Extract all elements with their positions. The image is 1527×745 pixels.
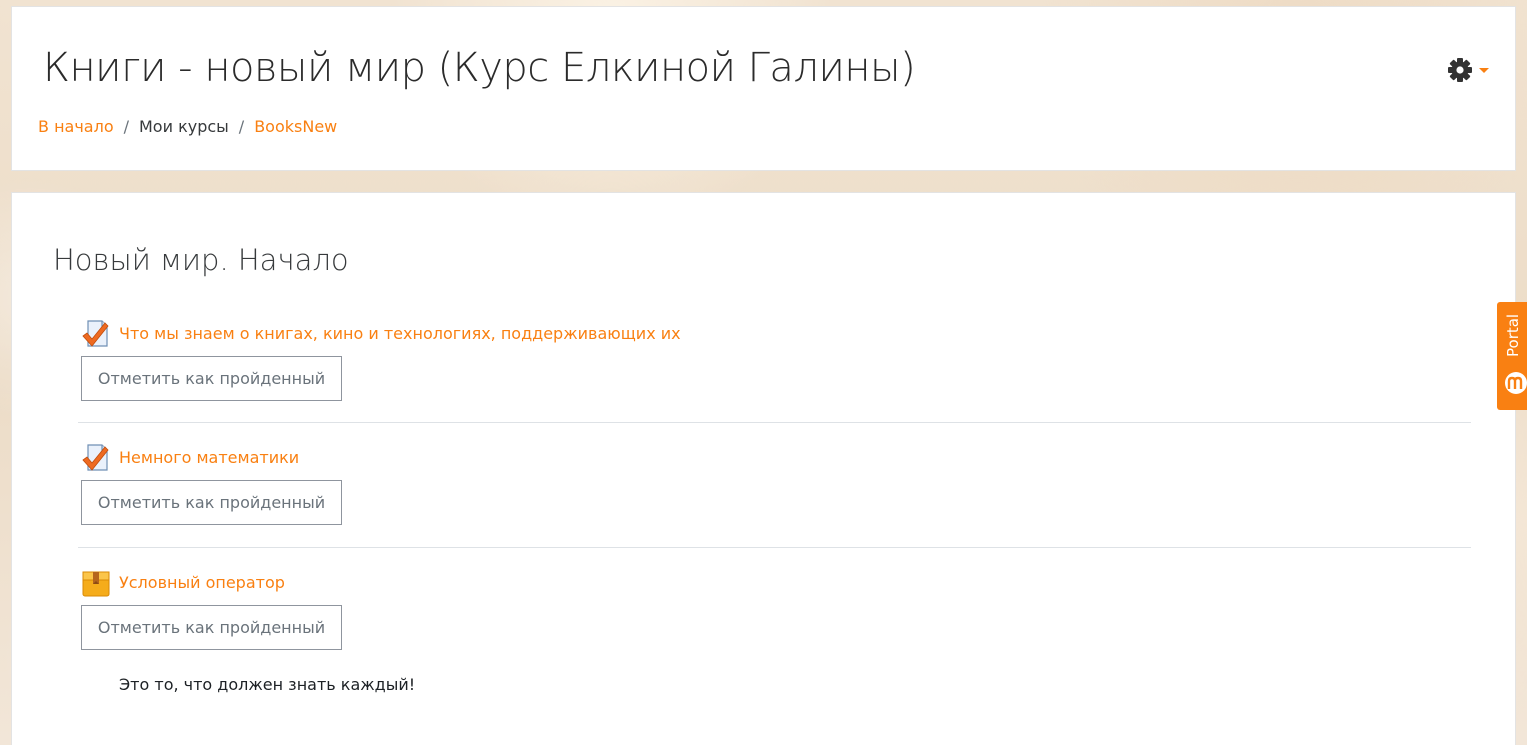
chevron-down-icon	[1479, 67, 1489, 73]
page-header: Книги - новый мир (Курс Елкиной Галины) …	[11, 6, 1516, 171]
activity-divider	[78, 547, 1471, 548]
activity-divider	[78, 422, 1471, 423]
portal-tab-label: Portal	[1504, 313, 1522, 357]
portal-side-tab[interactable]: Portal	[1497, 302, 1527, 410]
breadcrumb-item-my-courses: Мои курсы	[139, 117, 229, 136]
activity-title-link[interactable]: Немного математики	[119, 446, 299, 470]
breadcrumb-item-course[interactable]: BooksNew	[254, 115, 337, 139]
mark-complete-button[interactable]: Отметить как пройденный	[81, 605, 342, 650]
activity-link-row[interactable]: Что мы знаем о книгах, кино и технология…	[81, 318, 681, 350]
breadcrumb: В начало / Мои курсы / BooksNew	[38, 115, 337, 139]
breadcrumb-item-home[interactable]: В начало	[38, 115, 114, 139]
settings-menu-button[interactable]	[1447, 55, 1489, 85]
activity-link-row[interactable]: Немного математики	[81, 442, 299, 474]
gear-icon	[1448, 58, 1472, 82]
mark-complete-button[interactable]: Отметить как пройденный	[81, 480, 342, 525]
breadcrumb-separator: /	[238, 117, 245, 136]
assignment-checkmark-icon	[82, 320, 109, 347]
breadcrumb-separator: /	[123, 117, 129, 136]
mark-complete-button[interactable]: Отметить как пройденный	[81, 356, 342, 401]
course-content: Новый мир. Начало Что мы знаем о книгах,…	[11, 192, 1516, 745]
moodle-logo-icon	[1505, 372, 1527, 394]
assignment-checkmark-icon	[82, 444, 109, 471]
activity-description: Это то, что должен знать каждый!	[119, 675, 416, 694]
package-box-icon	[82, 571, 110, 597]
activity-title-link[interactable]: Условный оператор	[119, 571, 285, 595]
activity-title-link[interactable]: Что мы знаем о книгах, кино и технология…	[119, 322, 681, 346]
page-title: Книги - новый мир (Курс Елкиной Галины)	[43, 45, 916, 91]
section-title: Новый мир. Начало	[53, 243, 349, 277]
activity-link-row[interactable]: Условный оператор	[81, 567, 285, 599]
